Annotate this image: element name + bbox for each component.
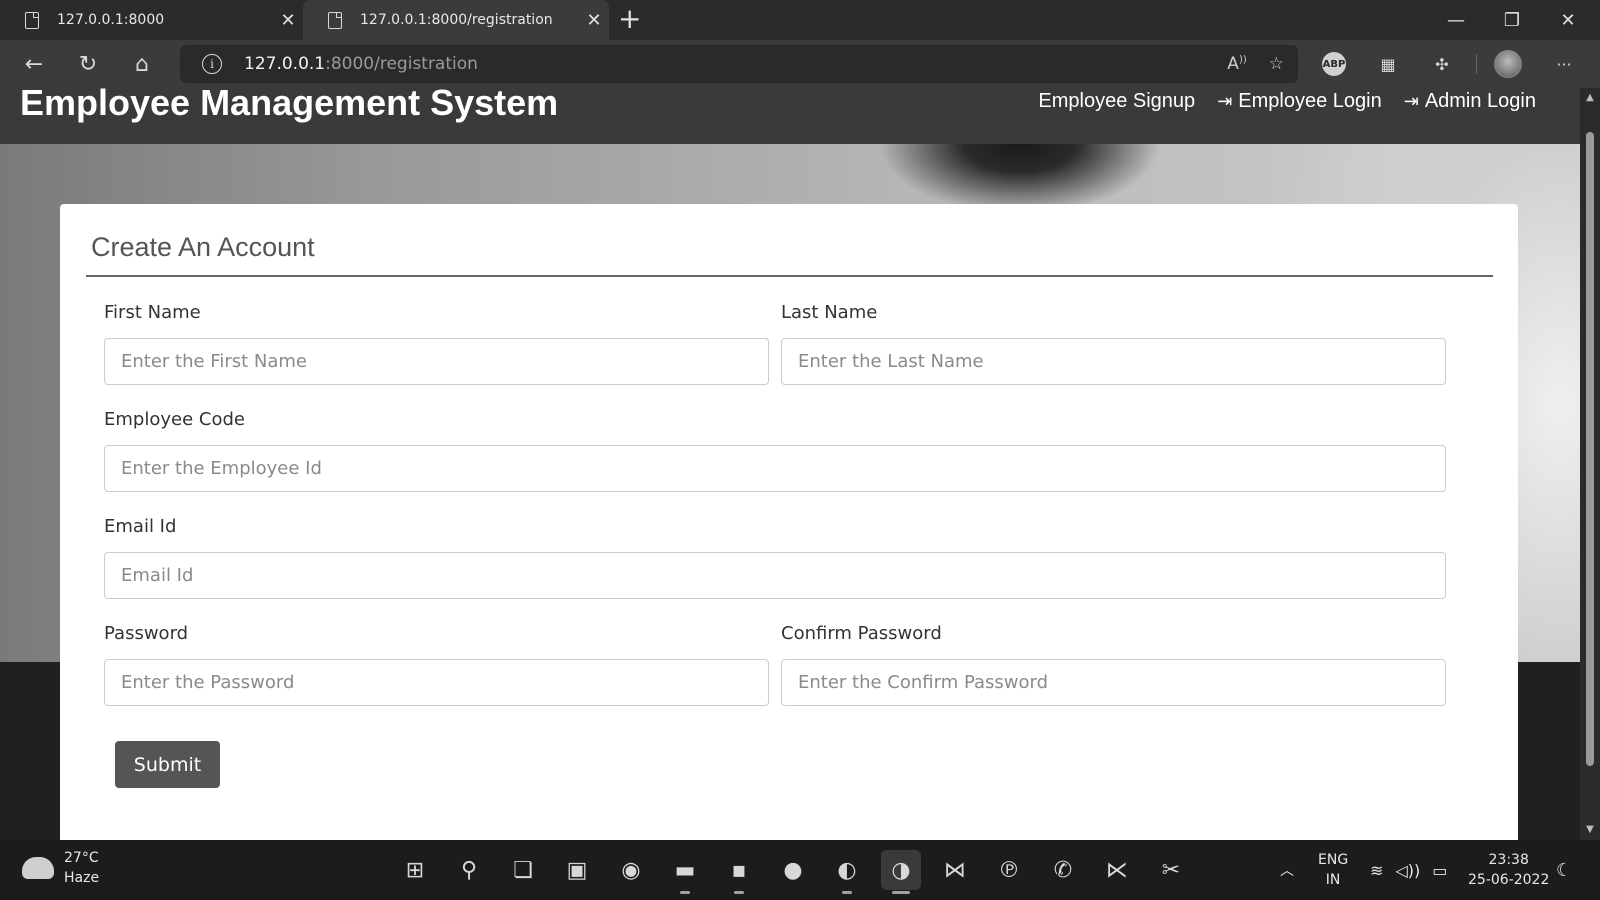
start-windows-icon[interactable]: ⊞ <box>395 850 435 890</box>
nav-label: Employee Login <box>1238 90 1382 112</box>
last-name-label: Last Name <box>781 302 878 323</box>
more-menu-icon[interactable]: ··· <box>1550 50 1578 78</box>
url-host: 127.0.0.1 <box>244 54 326 74</box>
confirm-password-field[interactable] <box>781 659 1446 706</box>
site-nav: Employee Signup ⇥ Employee Login ⇥ Admin… <box>1038 90 1536 113</box>
active-indicator <box>892 891 910 894</box>
nav-label: Admin Login <box>1424 90 1536 112</box>
visual-studio-icon[interactable]: ⋉ <box>1097 850 1137 890</box>
page-icon <box>328 11 342 29</box>
first-name-label: First Name <box>104 302 201 323</box>
language-line1: ENG <box>1318 852 1349 868</box>
profile-avatar-icon[interactable] <box>1494 50 1522 78</box>
site-info-icon[interactable]: i <box>202 54 222 74</box>
weather-widget[interactable]: 27°C Haze <box>22 848 99 888</box>
p-app-icon[interactable]: ℗ <box>989 850 1029 890</box>
adblock-extension-icon[interactable]: ABP <box>1320 50 1348 78</box>
discord-icon[interactable]: ◉ <box>611 850 651 890</box>
browser-toolbar: ← ↻ ⌂ i 127.0.0.1:8000/registration A)) … <box>0 40 1600 88</box>
volume-icon[interactable]: ◁)) <box>1395 861 1420 880</box>
task-view-icon[interactable]: ❏ <box>503 850 543 890</box>
battery-icon[interactable]: ▭ <box>1432 861 1447 880</box>
nav-employee-signup[interactable]: Employee Signup <box>1038 90 1195 113</box>
submit-button[interactable]: Submit <box>115 741 220 788</box>
employee-code-label: Employee Code <box>104 409 245 430</box>
extension-icon[interactable]: ▦ <box>1374 50 1402 78</box>
scroll-up-icon[interactable]: ▲ <box>1584 92 1596 103</box>
language-line2: IN <box>1325 872 1341 888</box>
url-path: :8000/registration <box>325 54 478 74</box>
clock-time: 23:38 <box>1488 852 1529 868</box>
system-tray-icons[interactable]: ≋ ◁)) ▭ <box>1370 840 1447 900</box>
back-arrow-icon[interactable]: ← <box>16 46 52 82</box>
login-icon: ⇥ <box>1217 91 1233 111</box>
registration-card: Create An Account First Name Last Name E… <box>60 204 1518 840</box>
form-title: Create An Account <box>91 232 315 262</box>
edge-browser-icon[interactable]: ◑ <box>881 850 921 894</box>
refresh-icon[interactable]: ↻ <box>70 46 106 82</box>
browser-tab-strip: 127.0.0.1:8000 ✕ 127.0.0.1:8000/registra… <box>0 0 1600 40</box>
close-tab-icon[interactable]: ✕ <box>579 10 609 31</box>
maximize-button[interactable]: ❐ <box>1484 0 1540 40</box>
wifi-icon[interactable]: ≋ <box>1370 861 1383 880</box>
windows-taskbar: 27°C Haze ⊞ ⚲ ❏ ▣ ◉ ▬ ▪ ● ◐ ◑ ⋈ ℗ ✆ ⋉ ✂ … <box>0 840 1600 900</box>
email-field[interactable] <box>104 552 1446 599</box>
weather-condition: Haze <box>64 870 100 886</box>
extensions-puzzle-icon[interactable]: ✣ <box>1428 50 1456 78</box>
clock-date: 25-06-2022 <box>1468 872 1550 888</box>
toolbar-divider <box>1476 54 1477 74</box>
read-aloud-icon[interactable]: A)) <box>1227 54 1246 74</box>
scrollbar-thumb[interactable] <box>1586 132 1594 766</box>
browser-tab-home[interactable]: 127.0.0.1:8000 ✕ <box>0 0 303 40</box>
title-divider <box>86 275 1493 277</box>
home-icon[interactable]: ⌂ <box>124 46 160 82</box>
edge-profile-icon[interactable]: ◐ <box>827 850 867 894</box>
password-field[interactable] <box>104 659 769 706</box>
first-name-field[interactable] <box>104 338 769 385</box>
last-name-field[interactable] <box>781 338 1446 385</box>
page-icon <box>25 11 39 29</box>
vscode-icon[interactable]: ⋈ <box>935 850 975 890</box>
tray-overflow-icon[interactable]: ︿ <box>1280 840 1294 900</box>
weather-temp: 27°C <box>64 850 99 866</box>
search-icon[interactable]: ⚲ <box>449 850 489 890</box>
video-chat-icon[interactable]: ▣ <box>557 850 597 890</box>
close-window-button[interactable]: ✕ <box>1540 0 1596 40</box>
nav-employee-login[interactable]: ⇥ Employee Login <box>1217 90 1382 113</box>
page-viewport: Employee Management System Employee Sign… <box>0 88 1580 840</box>
email-label: Email Id <box>104 516 177 537</box>
running-indicator <box>842 891 852 894</box>
close-tab-icon[interactable]: ✕ <box>273 10 303 31</box>
address-bar[interactable]: i 127.0.0.1:8000/registration A)) ☆ <box>180 45 1298 83</box>
running-indicator <box>680 891 690 894</box>
focus-moon-icon[interactable]: ☾ <box>1556 840 1572 900</box>
weather-cloud-icon <box>22 857 54 879</box>
browser-tab-registration[interactable]: 127.0.0.1:8000/registration ✕ <box>303 0 609 40</box>
employee-code-field[interactable] <box>104 445 1446 492</box>
running-indicator <box>734 891 744 894</box>
site-header: Employee Management System Employee Sign… <box>0 88 1580 144</box>
whatsapp-icon[interactable]: ✆ <box>1043 850 1083 890</box>
add-favorite-icon[interactable]: ☆ <box>1269 54 1284 74</box>
file-explorer-icon[interactable]: ▬ <box>665 850 705 894</box>
clock[interactable]: 23:38 25-06-2022 <box>1468 840 1549 900</box>
tab-title: 127.0.0.1:8000 <box>57 12 165 28</box>
new-tab-button[interactable]: + <box>618 4 641 34</box>
tab-title: 127.0.0.1:8000/registration <box>360 12 553 28</box>
snipping-tool-icon[interactable]: ✂ <box>1151 850 1191 890</box>
site-brand[interactable]: Employee Management System <box>20 88 558 124</box>
nav-admin-login[interactable]: ⇥ Admin Login <box>1404 90 1536 113</box>
pycharm-icon[interactable]: ▪ <box>719 850 759 894</box>
language-indicator[interactable]: ENG IN <box>1318 840 1348 900</box>
minimize-button[interactable]: — <box>1428 0 1484 40</box>
page-scrollbar[interactable]: ▲ ▼ <box>1580 88 1600 840</box>
login-icon: ⇥ <box>1403 91 1419 111</box>
nav-label: Employee Signup <box>1038 90 1196 112</box>
confirm-password-label: Confirm Password <box>781 623 942 644</box>
inkscape-icon[interactable]: ● <box>773 850 813 890</box>
password-label: Password <box>104 623 189 644</box>
scroll-down-icon[interactable]: ▼ <box>1584 824 1596 835</box>
